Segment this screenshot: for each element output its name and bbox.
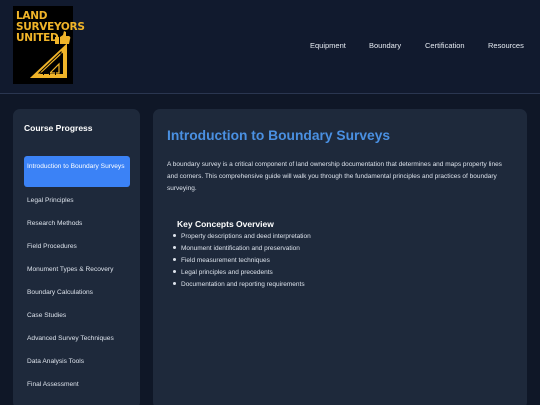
- list-item-text: Documentation and reporting requirements: [181, 281, 305, 288]
- bullet-icon: [173, 270, 176, 274]
- sidebar-item-data-analysis-tools[interactable]: Data Analysis Tools: [24, 357, 130, 367]
- course-progress-sidebar: Course Progress Introduction to Boundary…: [13, 109, 140, 405]
- nav-boundary[interactable]: Boundary: [369, 41, 401, 50]
- bullet-icon: [173, 234, 176, 238]
- sidebar-title: Course Progress: [24, 123, 93, 133]
- sidebar-item-legal-principles[interactable]: Legal Principles: [24, 196, 130, 206]
- sidebar-item-advanced-techniques[interactable]: Advanced Survey Techniques: [24, 334, 130, 344]
- nav-resources[interactable]: Resources: [488, 41, 524, 50]
- nav-equipment[interactable]: Equipment: [310, 41, 346, 50]
- list-item-text: Property descriptions and deed interpret…: [181, 233, 311, 240]
- intro-paragraph: A boundary survey is a critical componen…: [167, 161, 502, 192]
- list-item: Property descriptions and deed interpret…: [169, 231, 311, 243]
- lesson-content: Introduction to Boundary Surveys A bound…: [153, 109, 527, 405]
- list-item: Legal principles and precedents: [169, 267, 311, 279]
- bullet-icon: [173, 246, 176, 250]
- sidebar-item-research-methods[interactable]: Research Methods: [24, 219, 130, 229]
- list-item: Documentation and reporting requirements: [169, 279, 311, 291]
- list-item: Monument identification and preservation: [169, 243, 311, 255]
- nav-certification[interactable]: Certification: [425, 41, 465, 50]
- list-item: Field measurement techniques: [169, 255, 311, 267]
- page-title: Introduction to Boundary Surveys: [167, 128, 391, 143]
- list-item-text: Field measurement techniques: [181, 257, 270, 264]
- bullet-icon: [173, 282, 176, 286]
- site-header: LAND SURVEYORS UNITED Equipment Boundary: [0, 0, 540, 94]
- sidebar-item-boundary-calculations[interactable]: Boundary Calculations: [24, 288, 130, 298]
- list-item-text: Legal principles and precedents: [181, 269, 273, 276]
- list-item-text: Monument identification and preservation: [181, 245, 300, 252]
- sidebar-item-final-assessment[interactable]: Final Assessment: [24, 380, 130, 390]
- sidebar-item-field-procedures[interactable]: Field Procedures: [24, 242, 130, 252]
- concepts-heading: Key Concepts Overview: [177, 219, 274, 229]
- main-nav: Equipment Boundary Certification Resourc…: [0, 41, 540, 55]
- bullet-icon: [173, 258, 176, 262]
- sidebar-item-monument-types[interactable]: Monument Types & Recovery: [24, 265, 130, 275]
- concepts-list: Property descriptions and deed interpret…: [169, 231, 311, 291]
- sidebar-item-case-studies[interactable]: Case Studies: [24, 311, 130, 321]
- sidebar-item-introduction[interactable]: Introduction to Boundary Surveys: [24, 156, 130, 187]
